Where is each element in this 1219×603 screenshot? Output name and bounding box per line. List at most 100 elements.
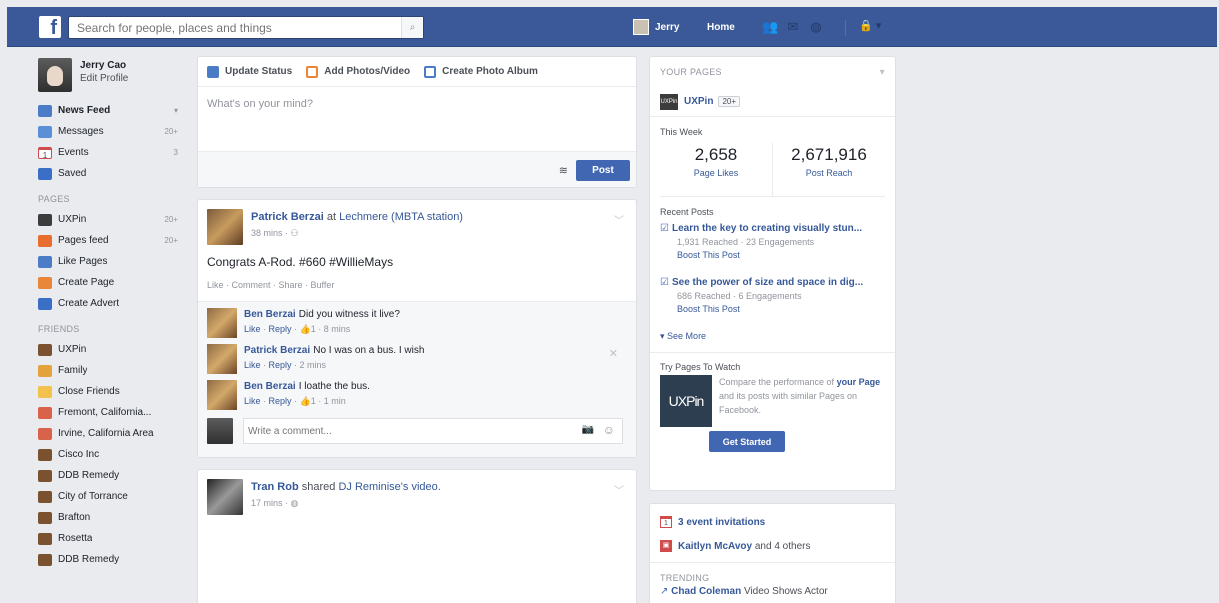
sidebar-item-friend-list[interactable]: Cisco Inc [38, 444, 186, 465]
sidebar-item-friend-list[interactable]: Fremont, California... [38, 402, 186, 423]
chevron-down-icon[interactable]: ﹀ [614, 212, 624, 227]
boost-post-link[interactable]: Boost This Post [677, 250, 885, 260]
sidebar-item-friend-list[interactable]: Family [38, 360, 186, 381]
search-box: ⌕ [68, 16, 424, 39]
sidebar-item-messages[interactable]: Messages 20+ [38, 121, 186, 142]
post-place-link[interactable]: Lechmere (MBTA station) [339, 211, 463, 223]
comment: Ben Berzai I loathe the bus. Like · Repl… [207, 380, 627, 416]
boost-post-link[interactable]: Boost This Post [677, 304, 885, 314]
post-button[interactable]: Post [576, 160, 630, 181]
messages-icon[interactable]: ✉ [785, 19, 801, 35]
page-likes-stat[interactable]: 2,658 Page Likes [660, 143, 772, 196]
sidebar-item-label: Rosetta [58, 533, 93, 544]
page-row[interactable]: UXPin UXPin 20+ [650, 87, 895, 117]
promo-link[interactable]: Page [859, 377, 881, 387]
shared-video-link[interactable]: DJ Reminise's video. [338, 481, 440, 493]
avatar[interactable] [207, 308, 237, 338]
sidebar-item-friend-list[interactable]: Close Friends [38, 381, 186, 402]
layers-icon[interactable]: ≋ [559, 164, 568, 177]
sidebar-item-friend-list[interactable]: Brafton [38, 507, 186, 528]
composer-footer: ≋ Post [198, 151, 636, 187]
post-author-link[interactable]: Tran Rob [251, 481, 299, 493]
friend-requests-icon[interactable]: 👥 [762, 19, 778, 35]
emoji-icon[interactable]: ☺ [603, 423, 615, 437]
sidebar-item-create-page[interactable]: Create Page [38, 272, 186, 293]
sidebar-item-news-feed[interactable]: News Feed ▾ [38, 100, 186, 121]
comment-author[interactable]: Ben Berzai [244, 309, 296, 320]
like-link[interactable]: Like [244, 324, 261, 334]
camera-icon[interactable]: 📷 [582, 424, 594, 435]
chevron-down-icon[interactable]: ▾ [174, 106, 178, 115]
reply-link[interactable]: Reply [269, 360, 292, 370]
post-reach-stat[interactable]: 2,671,916 Post Reach [772, 143, 885, 196]
status-input[interactable]: What's on your mind? [198, 87, 636, 151]
post-timestamp[interactable]: 38 mins [251, 228, 283, 238]
trending-item[interactable]: ↗ Chad Coleman Video Shows Actor [650, 586, 895, 597]
profile-summary[interactable]: Jerry Cao Edit Profile [38, 58, 186, 100]
sidebar-item-saved[interactable]: Saved [38, 163, 186, 184]
reply-link[interactable]: Reply [269, 396, 292, 406]
tab-add-photos-video[interactable]: Add Photos/Video [306, 65, 411, 78]
work-icon [38, 469, 52, 482]
sidebar-item-friend-list[interactable]: City of Torrance [38, 486, 186, 507]
sidebar-item-like-pages[interactable]: Like Pages [38, 251, 186, 272]
facebook-logo[interactable]: f [39, 16, 61, 38]
comment-author[interactable]: Ben Berzai [244, 381, 296, 392]
thumbs-up-icon: 👍 [299, 324, 311, 334]
comment-text: No I was on a bus. I wish [313, 345, 425, 356]
close-icon[interactable]: ✕ [609, 347, 618, 360]
chevron-down-icon[interactable]: ﹀ [614, 482, 624, 497]
event-invitations[interactable]: 1 3 event invitations [650, 510, 895, 534]
edit-profile-link[interactable]: Edit Profile [80, 73, 128, 84]
tab-label: Add Photos/Video [324, 66, 411, 77]
get-started-button[interactable]: Get Started [709, 431, 785, 452]
search-input[interactable] [69, 17, 389, 38]
tab-create-photo-album[interactable]: Create Photo Album [424, 65, 538, 78]
post-timestamp[interactable]: 17 mins [251, 498, 283, 508]
settings-icon[interactable]: 🔒 ▾ [859, 19, 881, 32]
topbar-profile-link[interactable]: Jerry [633, 19, 679, 35]
sidebar-item-create-advert[interactable]: Create Advert [38, 293, 186, 314]
see-more-link[interactable]: ▾ See More [650, 331, 895, 353]
notifications-icon[interactable]: ◍ [808, 19, 824, 35]
reply-link[interactable]: Reply [269, 324, 292, 334]
comment-composer: 📷 ☺ [207, 418, 627, 444]
avatar[interactable] [207, 380, 237, 410]
birthdays[interactable]: ▣ Kaitlyn McAvoy and 4 others [650, 534, 895, 558]
recent-post-title[interactable]: Learn the key to creating visually stun.… [672, 223, 862, 234]
sidebar-item-friend-list[interactable]: DDB Remedy [38, 465, 186, 486]
recent-post-title[interactable]: See the power of size and space in dig..… [672, 277, 863, 288]
work-icon [38, 490, 52, 503]
trending-name[interactable]: Chad Coleman [671, 586, 741, 597]
tab-update-status[interactable]: Update Status [207, 65, 292, 78]
post-author-link[interactable]: Patrick Berzai [251, 211, 324, 223]
like-link[interactable]: Like [244, 360, 261, 370]
like-link[interactable]: Like [244, 396, 261, 406]
comment-author[interactable]: Patrick Berzai [244, 345, 310, 356]
event-invitations-link[interactable]: 3 event invitations [678, 517, 765, 528]
avatar[interactable] [207, 479, 243, 515]
chevron-down-icon[interactable]: ▾ [880, 67, 885, 78]
count-badge: 20+ [164, 236, 178, 245]
profile-name[interactable]: Jerry Cao [80, 60, 128, 71]
page-name[interactable]: UXPin [684, 96, 713, 107]
sidebar-item-uxpin[interactable]: UXPin 20+ [38, 209, 186, 230]
search-icon[interactable]: ⌕ [401, 17, 423, 38]
avatar[interactable] [207, 344, 237, 374]
sidebar-item-events[interactable]: 1 Events 3 [38, 142, 186, 163]
post-at-text: at [326, 211, 337, 223]
sidebar-item-label: Pages feed [58, 235, 109, 246]
sidebar-item-friend-list[interactable]: UXPin [38, 339, 186, 360]
post-actions[interactable]: Like · Comment · Share · Buffer [198, 276, 636, 300]
this-week-label: This Week [660, 127, 703, 137]
sidebar-item-friend-list[interactable]: Rosetta [38, 528, 186, 549]
sidebar-item-friend-list[interactable]: DDB Remedy [38, 549, 186, 570]
promo-link[interactable]: your [837, 377, 857, 387]
sidebar-item-friend-list[interactable]: Irvine, California Area [38, 423, 186, 444]
birthday-name-link[interactable]: Kaitlyn McAvoy [678, 541, 752, 552]
home-link[interactable]: Home [707, 22, 735, 33]
avatar[interactable] [207, 209, 243, 245]
comment-input[interactable] [243, 418, 623, 444]
sidebar-item-pages-feed[interactable]: Pages feed 20+ [38, 230, 186, 251]
edit-icon [207, 65, 219, 78]
